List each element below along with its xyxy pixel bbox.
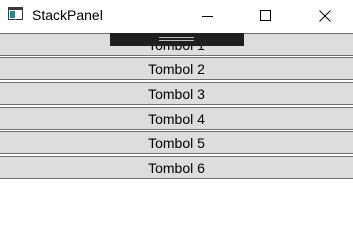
- app-window-icon: [8, 7, 23, 20]
- button-tombol-5[interactable]: Tombol 5: [0, 131, 353, 154]
- title-bar[interactable]: StackPanel: [0, 0, 353, 31]
- minimize-button[interactable]: [185, 0, 231, 31]
- app-window: StackPanel Tombol 1 Tombol 2 Tombol 3 To…: [0, 0, 353, 212]
- button-tombol-2[interactable]: Tombol 2: [0, 57, 353, 80]
- drag-handle-line: [159, 40, 194, 41]
- maximize-icon: [260, 9, 271, 21]
- close-button[interactable]: [302, 0, 348, 31]
- window-title: StackPanel: [32, 7, 103, 23]
- button-tombol-6[interactable]: Tombol 6: [0, 156, 353, 179]
- maximize-button[interactable]: [243, 0, 289, 31]
- minimize-icon: [202, 15, 213, 17]
- close-icon: [319, 9, 331, 22]
- debug-toolbar-overlay[interactable]: [110, 33, 244, 46]
- button-tombol-4[interactable]: Tombol 4: [0, 107, 353, 130]
- drag-handle-icon[interactable]: [159, 37, 194, 38]
- button-tombol-3[interactable]: Tombol 3: [0, 82, 353, 105]
